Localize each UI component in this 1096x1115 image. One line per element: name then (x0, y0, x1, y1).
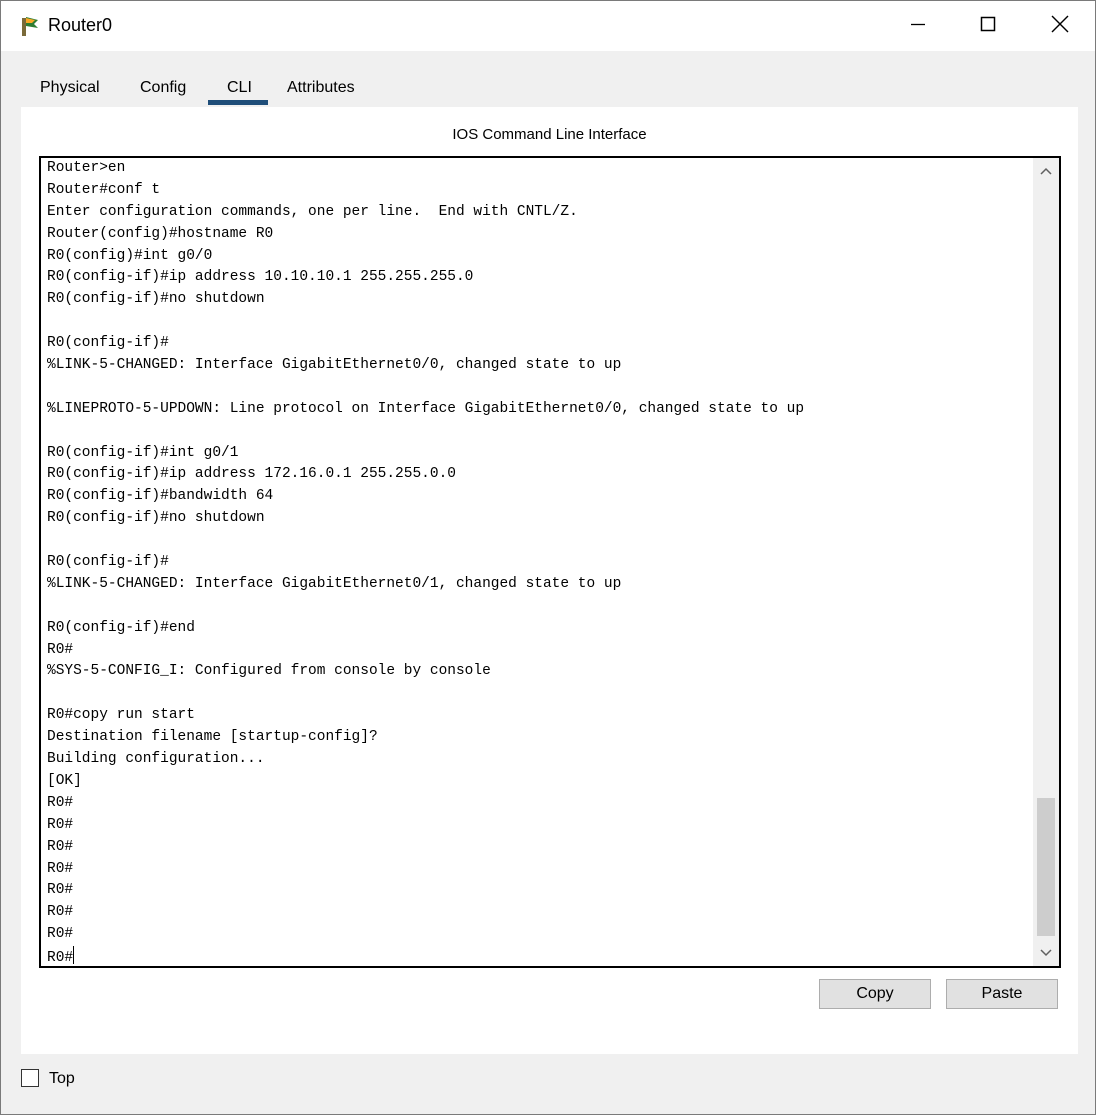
tab-cli[interactable]: CLI (227, 79, 252, 97)
top-checkbox-label: Top (49, 1070, 75, 1087)
chevron-up-icon (1040, 162, 1052, 180)
terminal-line: R0# (47, 860, 74, 877)
cli-terminal[interactable]: Router>en Router#conf t Enter configuratio… (39, 156, 1061, 968)
cli-heading: IOS Command Line Interface (452, 126, 647, 143)
router-window: Router0 Physical Config CLI Attributes I… (0, 0, 1096, 1115)
tab-config[interactable]: Config (140, 79, 186, 97)
terminal-line: R0# (47, 816, 74, 833)
router-app-icon (17, 14, 41, 38)
terminal-line: Destination filename [startup-config]? (47, 729, 378, 746)
terminal-line: Router#conf t (47, 181, 161, 198)
tab-divider (379, 107, 1078, 108)
terminal-line: [OK] (47, 772, 82, 789)
terminal-line: %LINEPROTO-5-UPDOWN: Line protocol on In… (47, 400, 805, 417)
terminal-line: R0(config-if)#ip address 10.10.10.1 255.… (47, 269, 474, 286)
terminal-line: R0(config-if)#bandwidth 64 (47, 488, 274, 505)
terminal-line: R0(config-if)# (47, 554, 169, 571)
scroll-thumb[interactable] (1037, 798, 1055, 936)
terminal-line: R0# (47, 926, 74, 943)
window-title: Router0 (48, 15, 113, 35)
terminal-line: R0# (47, 904, 74, 921)
terminal-line: R0# (47, 838, 74, 855)
terminal-line: R0# (47, 946, 1027, 966)
terminal-line: R0# (47, 641, 74, 658)
cli-panel: Physical Config CLI Attributes IOS Comma… (21, 69, 1078, 1054)
tab-strip-filler (379, 69, 1078, 107)
title-bar[interactable]: Router0 (1, 1, 1095, 51)
active-tab-indicator (208, 100, 268, 105)
terminal-line: Enter configuration commands, one per li… (47, 203, 578, 220)
close-icon (1051, 15, 1069, 38)
terminal-line: R0(config)#int g0/0 (47, 247, 213, 264)
terminal-line: R0# (47, 794, 74, 811)
terminal-line: R0(config-if)#int g0/1 (47, 444, 239, 461)
terminal-line: R0(config-if)#no shutdown (47, 510, 265, 527)
terminal-line: %SYS-5-CONFIG_I: Configured from console… (47, 663, 491, 680)
tab-bar: Physical Config CLI Attributes (21, 69, 381, 107)
scroll-up-button[interactable] (1033, 158, 1059, 184)
tab-physical[interactable]: Physical (40, 79, 100, 97)
scroll-down-button[interactable] (1033, 940, 1059, 966)
terminal-line: R0(config-if)# (47, 335, 169, 352)
minimize-button[interactable] (883, 1, 953, 51)
text-cursor (73, 946, 75, 965)
terminal-line: Router(config)#hostname R0 (47, 225, 274, 242)
top-checkbox[interactable] (21, 1069, 39, 1087)
terminal-scrollbar[interactable] (1033, 158, 1059, 966)
maximize-icon (980, 16, 996, 37)
terminal-line: %LINK-5-CHANGED: Interface GigabitEthern… (47, 357, 622, 374)
terminal-line: R0(config-if)#ip address 172.16.0.1 255.… (47, 466, 456, 483)
terminal-line: R0#copy run start (47, 707, 195, 724)
terminal-line: R0(config-if)#end (47, 619, 195, 636)
close-button[interactable] (1025, 1, 1095, 51)
terminal-line: Building configuration... (47, 751, 265, 768)
copy-button[interactable]: Copy (819, 979, 931, 1009)
minimize-icon (910, 16, 926, 37)
chevron-down-icon (1040, 944, 1052, 962)
tab-attributes[interactable]: Attributes (287, 79, 355, 97)
terminal-line: %LINK-5-CHANGED: Interface GigabitEthern… (47, 575, 622, 592)
terminal-output: Router>en Router#conf t Enter configuratio… (47, 158, 1027, 966)
paste-button[interactable]: Paste (946, 979, 1058, 1009)
terminal-line: R0(config-if)#no shutdown (47, 291, 265, 308)
maximize-button[interactable] (953, 1, 1023, 51)
terminal-line: R0# (47, 882, 74, 899)
terminal-line: Router>en (47, 160, 126, 176)
